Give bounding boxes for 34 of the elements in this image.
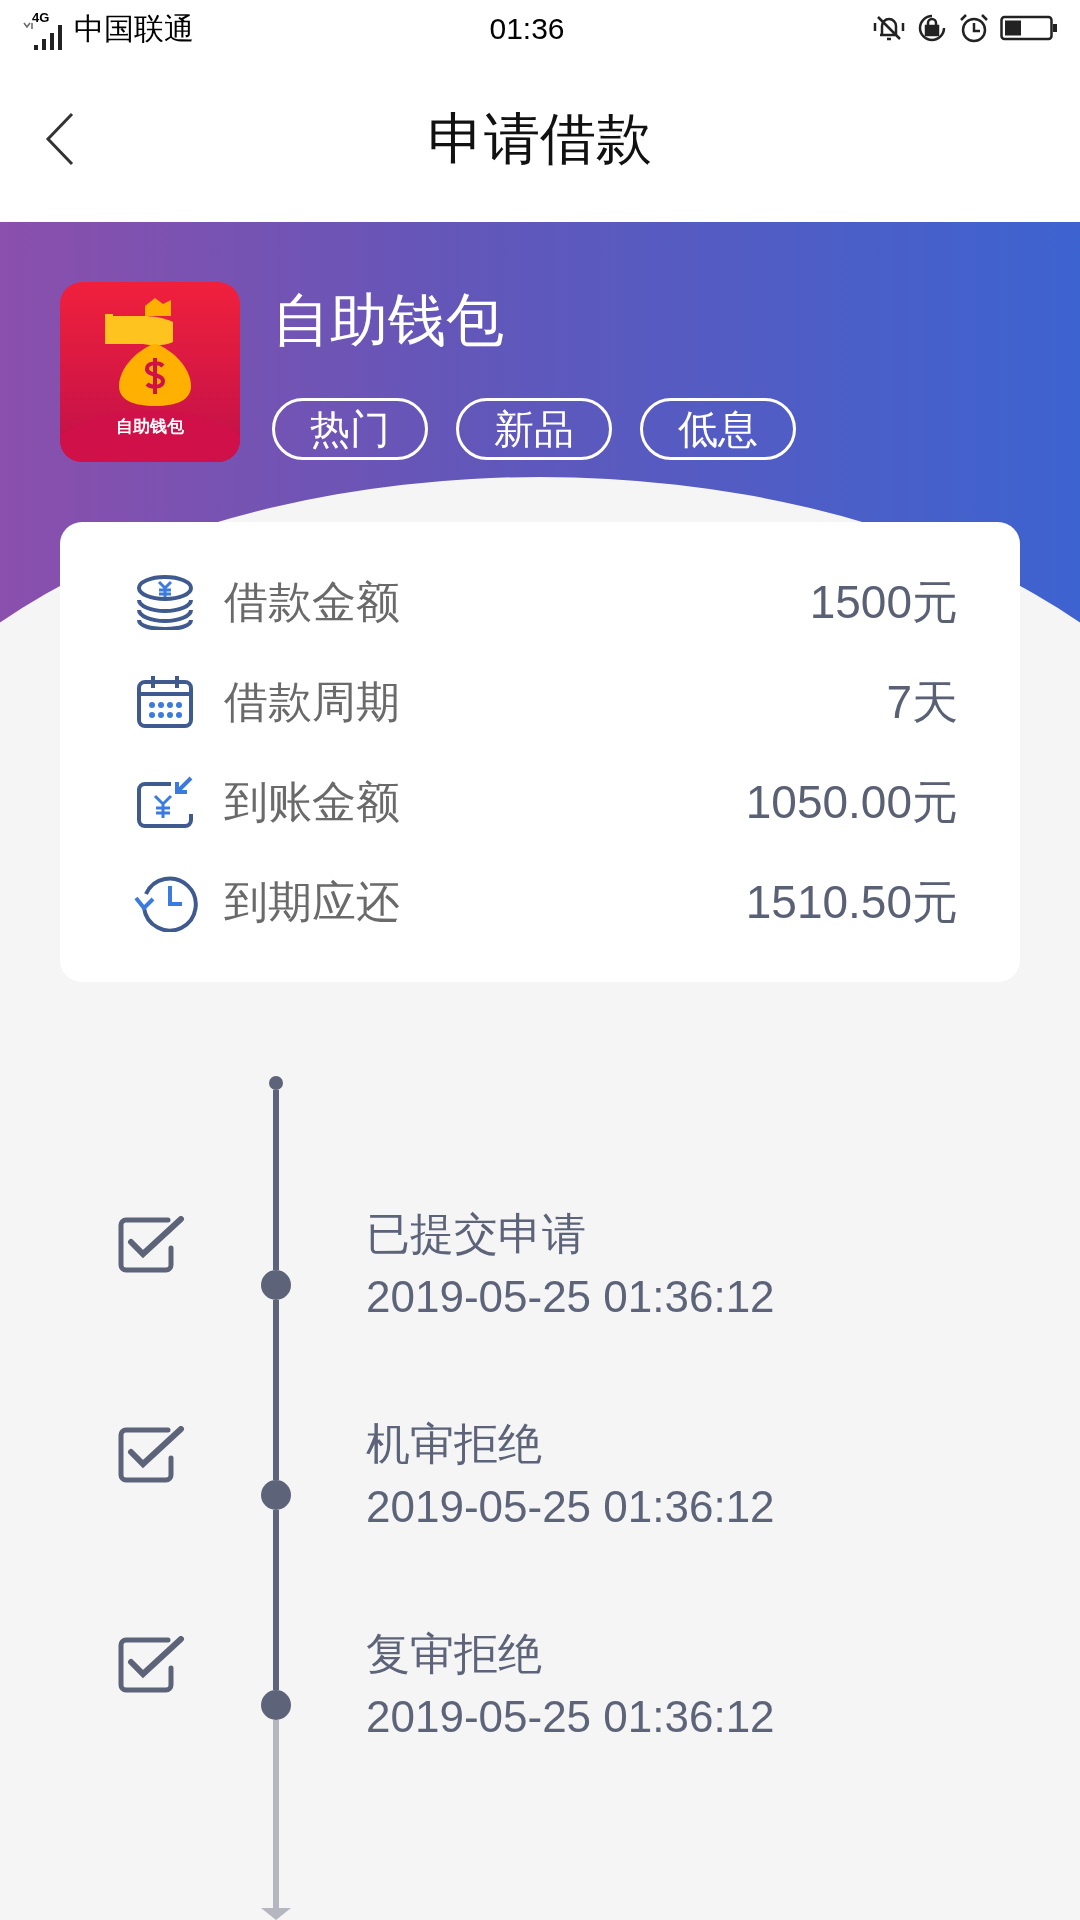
network-type: 4G [32,9,50,27]
coin-stack-icon [135,574,195,630]
detail-label: 借款周期 [224,676,400,728]
detail-value: 1510.50元 [745,874,958,930]
detail-value: 7天 [886,674,958,730]
timeline-node [261,1480,291,1510]
back-chevron-icon [45,112,75,166]
alarm-clock-icon [958,12,990,44]
detail-value: 1500元 [809,574,958,630]
detail-value: 1050.00元 [745,774,958,830]
product-tag: 新品 [456,398,612,460]
clock-time: 01:36 [488,10,566,47]
logo-caption: 自助钱包 [116,416,184,438]
detail-label: 到账金额 [224,776,400,828]
page-title: 申请借款 [428,106,652,172]
battery-icon [1000,14,1058,42]
product-name: 自助钱包 [272,286,505,354]
calendar-icon [135,674,195,730]
carrier-name: 中国联通 [74,10,194,47]
detail-label: 借款金额 [224,576,400,628]
wallet-arrow-icon [135,774,195,830]
rotation-lock-icon [916,12,948,44]
step-time: 2019-05-25 01:36:12 [366,1691,775,1743]
product-tag: 低息 [640,398,796,460]
timeline-node [261,1270,291,1300]
timeline-node [261,1690,291,1720]
step-time: 2019-05-25 01:36:12 [366,1271,775,1323]
step-time: 2019-05-25 01:36:12 [366,1481,775,1533]
detail-label: 到期应还 [224,876,400,928]
step-title: 机审拒绝 [366,1418,543,1470]
muted-bell-icon [872,13,906,43]
step-title: 已提交申请 [366,1208,587,1260]
product-tag: 热门 [272,398,428,460]
step-title: 复审拒绝 [366,1628,543,1680]
